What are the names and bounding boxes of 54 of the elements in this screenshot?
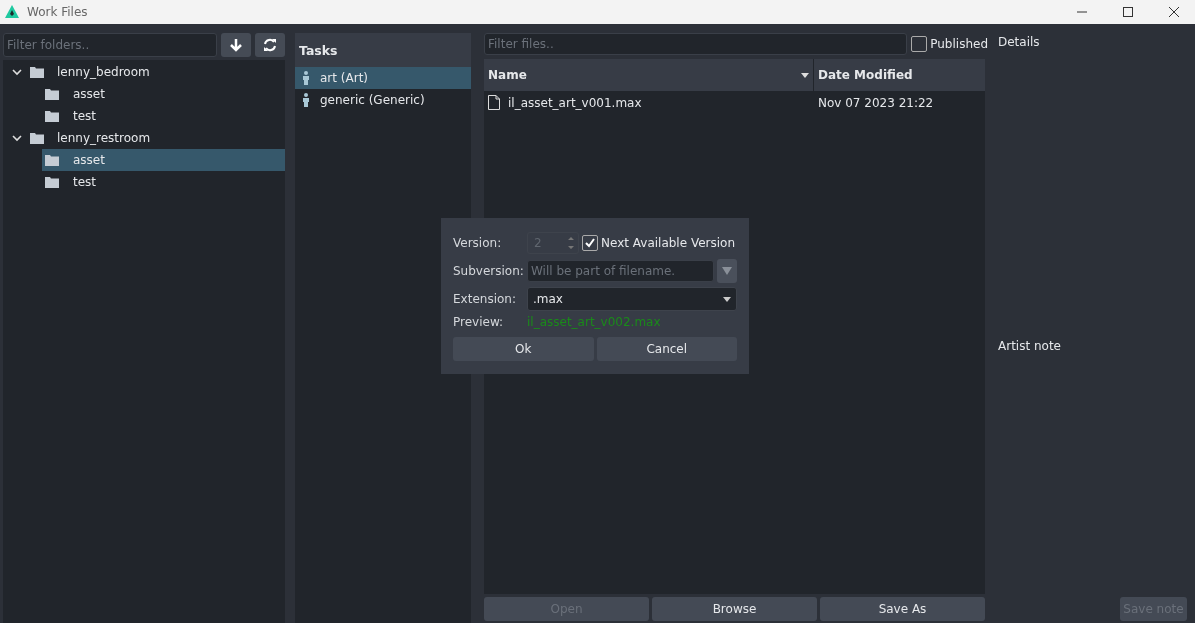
extension-label: Extension: <box>453 292 517 306</box>
tree-item[interactable]: asset <box>42 149 285 171</box>
tree-item[interactable]: lenny_restroom <box>3 127 285 149</box>
folder-icon <box>45 176 59 188</box>
chevron-down-icon[interactable] <box>12 67 22 77</box>
folder-icon <box>45 154 59 166</box>
preview-filename: il_asset_art_v002.max <box>527 315 662 329</box>
refresh-icon <box>263 38 277 52</box>
caret-icon <box>723 296 731 302</box>
window-title: Work Files <box>27 5 88 19</box>
dialog-button[interactable]: Cancel <box>596 337 737 361</box>
tree-item[interactable]: lenny_bedroom <box>3 61 285 83</box>
filter-files-field[interactable]: Filter files.. <box>484 33 908 55</box>
preview-label: Preview: <box>453 315 505 329</box>
published-checkbox[interactable]: Published <box>911 36 988 52</box>
folder-icon <box>45 88 59 100</box>
table-cell-text: Nov 07 2023 21:22 <box>817 95 934 110</box>
folder-icon <box>30 132 44 144</box>
caret-icon <box>722 267 732 275</box>
details-label: Details <box>998 35 1041 49</box>
person-icon <box>302 93 310 107</box>
file-action-button[interactable]: Save As <box>820 597 985 621</box>
table-cell[interactable]: il_asset_art_v001.max <box>484 95 814 110</box>
chevron-down-icon[interactable] <box>12 133 22 143</box>
task-item[interactable]: art (Art) <box>295 67 471 89</box>
next-version-checkbox[interactable]: Next Available Version <box>582 235 736 251</box>
close-icon[interactable] <box>1169 7 1179 17</box>
file-action-button[interactable]: Browse <box>652 597 817 621</box>
folder-icon <box>30 66 44 78</box>
dialog-button[interactable]: Ok <box>453 337 594 361</box>
person-icon <box>302 71 310 85</box>
version-label: Version: <box>453 236 503 250</box>
dropdown-button[interactable] <box>717 259 737 283</box>
app-logo-icon <box>4 4 20 20</box>
tree-item[interactable]: asset <box>3 83 285 105</box>
subversion-label: Subversion: <box>453 264 525 278</box>
file-icon <box>488 95 500 110</box>
column-header[interactable]: Name <box>484 59 814 91</box>
folder-icon <box>45 110 59 122</box>
subversion-field[interactable]: Will be part of filename. <box>527 260 714 282</box>
filter-folders-field[interactable]: Filter folders.. <box>3 33 217 57</box>
extension-dropdown[interactable]: .max <box>527 287 737 311</box>
download-button[interactable] <box>221 33 251 57</box>
refresh-button[interactable] <box>255 33 285 57</box>
tree-item[interactable]: test <box>3 105 285 127</box>
tree-item[interactable]: test <box>3 171 285 193</box>
down-arrow-icon <box>229 38 243 52</box>
sort-arrow-icon <box>801 72 809 78</box>
maximize-icon[interactable] <box>1123 7 1133 17</box>
artist-note-label: Artist note <box>998 339 1062 353</box>
tasks-header: Tasks <box>295 33 471 67</box>
column-header[interactable]: Date Modified <box>814 59 985 91</box>
task-item[interactable]: generic (Generic) <box>295 89 471 111</box>
checkmark-icon <box>584 237 596 249</box>
